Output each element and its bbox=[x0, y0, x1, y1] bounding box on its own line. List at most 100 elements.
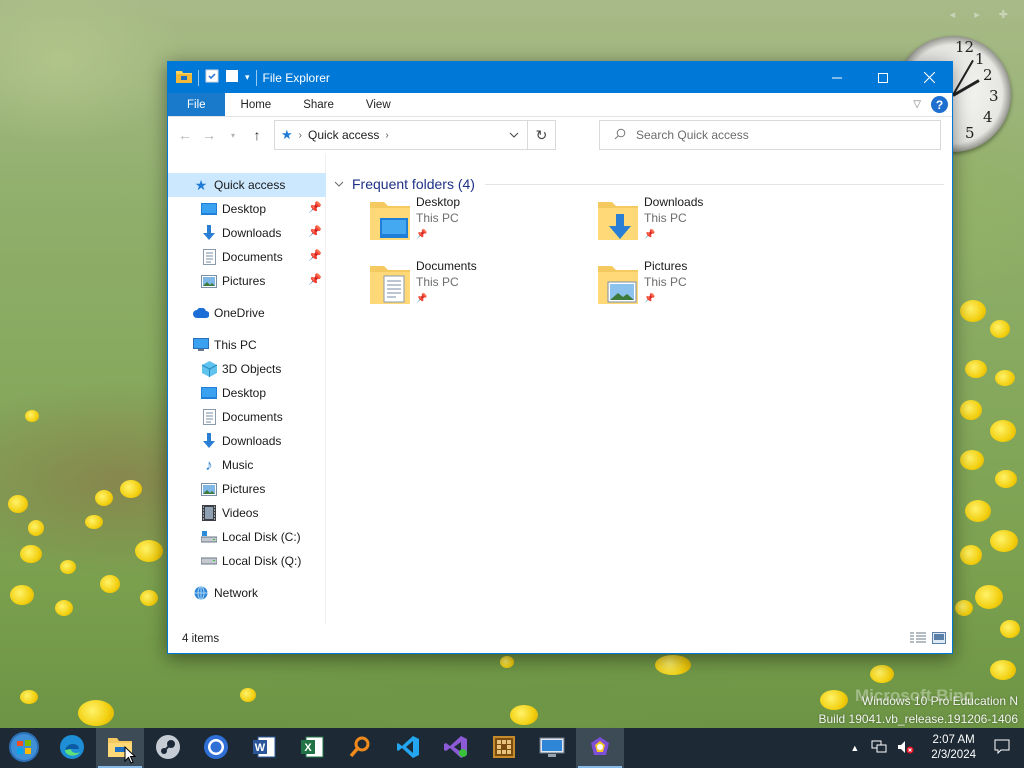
pictures-icon bbox=[201, 481, 217, 497]
breadcrumb-chevron-icon[interactable]: › bbox=[299, 130, 302, 141]
pin-icon: 📌 bbox=[644, 229, 656, 239]
taskbar-excel[interactable]: X bbox=[288, 728, 336, 768]
minimize-button[interactable] bbox=[814, 62, 860, 93]
nav-label: OneDrive bbox=[214, 306, 265, 320]
nav-onedrive[interactable]: OneDrive bbox=[168, 301, 326, 325]
breadcrumb-quick-access[interactable]: Quick access bbox=[308, 128, 379, 142]
nav-label: Desktop bbox=[222, 386, 267, 400]
folder-tile-desktop[interactable]: Desktop This PC 📌 bbox=[368, 194, 578, 254]
desktop-icon bbox=[201, 385, 217, 401]
downloads-folder-icon bbox=[596, 198, 642, 244]
taskbar-steam[interactable] bbox=[144, 728, 192, 768]
nav-local-disk-q[interactable]: Local Disk (Q:) bbox=[168, 549, 326, 573]
window-title: File Explorer bbox=[262, 70, 330, 85]
start-button[interactable] bbox=[0, 728, 48, 768]
toolbar-separator bbox=[255, 69, 257, 86]
desktop-folder-icon bbox=[368, 198, 414, 244]
action-center-icon[interactable] bbox=[986, 739, 1024, 757]
nav-videos[interactable]: Videos bbox=[168, 501, 326, 525]
taskbar-remote-desktop[interactable] bbox=[528, 728, 576, 768]
nav-music[interactable]: ♪ Music bbox=[168, 453, 326, 477]
taskbar-word[interactable]: W bbox=[240, 728, 288, 768]
tab-view[interactable]: View bbox=[350, 93, 407, 116]
svg-text:X: X bbox=[304, 742, 312, 754]
folder-tile-downloads[interactable]: Downloads This PC 📌 bbox=[596, 194, 806, 254]
show-hidden-icons-chevron-icon[interactable]: ▲ bbox=[842, 743, 867, 753]
expand-ribbon-icon[interactable]: ▽ bbox=[913, 99, 921, 110]
nav-documents[interactable]: Documents bbox=[168, 405, 326, 429]
nav-label: This PC bbox=[214, 338, 257, 352]
nav-label: Downloads bbox=[222, 434, 282, 448]
taskbar-chrome[interactable] bbox=[192, 728, 240, 768]
back-button[interactable]: ← bbox=[174, 123, 196, 147]
tab-share[interactable]: Share bbox=[287, 93, 350, 116]
properties-icon[interactable] bbox=[205, 69, 219, 86]
pin-icon[interactable]: 📌 bbox=[308, 273, 322, 286]
documents-icon bbox=[201, 409, 217, 425]
quick-access-star-icon: ★ bbox=[194, 176, 208, 193]
address-bar[interactable]: ★ › Quick access › ↻ bbox=[274, 120, 556, 150]
network-status-icon[interactable] bbox=[867, 740, 891, 757]
maximize-button[interactable] bbox=[860, 62, 906, 93]
refresh-button[interactable]: ↻ bbox=[527, 121, 555, 149]
pin-icon[interactable]: 📌 bbox=[308, 201, 322, 214]
details-view-icon[interactable] bbox=[910, 632, 926, 647]
nav-pinned-desktop[interactable]: Desktop 📌 bbox=[168, 197, 326, 221]
nav-pinned-pictures[interactable]: Pictures 📌 bbox=[168, 269, 326, 293]
taskbar-file-explorer[interactable] bbox=[96, 728, 144, 768]
folder-name: Pictures bbox=[644, 259, 688, 273]
search-box[interactable]: Search Quick access bbox=[599, 120, 941, 150]
nav-label: Music bbox=[222, 458, 254, 472]
up-button[interactable]: ↑ bbox=[246, 123, 268, 147]
downloads-icon bbox=[201, 433, 217, 449]
taskbar-visual-studio[interactable] bbox=[432, 728, 480, 768]
nav-desktop[interactable]: Desktop bbox=[168, 381, 326, 405]
nav-pinned-documents[interactable]: Documents 📌 bbox=[168, 245, 326, 269]
recent-locations-button[interactable]: ▾ bbox=[222, 123, 244, 147]
folder-name: Documents bbox=[416, 259, 477, 273]
large-icons-view-icon[interactable] bbox=[932, 632, 946, 647]
nav-pictures[interactable]: Pictures bbox=[168, 477, 326, 501]
collapse-chevron-icon[interactable] bbox=[334, 179, 348, 190]
customize-toolbar-icon[interactable]: ▾ bbox=[245, 72, 250, 83]
svg-text:W: W bbox=[255, 742, 266, 754]
pictures-icon bbox=[201, 273, 217, 289]
close-button[interactable] bbox=[906, 62, 952, 93]
pin-icon[interactable]: 📌 bbox=[308, 225, 322, 238]
taskbar-clock[interactable]: 2:07 AM 2/3/2024 bbox=[921, 733, 986, 763]
help-icon[interactable]: ? bbox=[931, 96, 948, 113]
volume-muted-icon[interactable] bbox=[891, 740, 921, 757]
forward-button[interactable]: → bbox=[198, 123, 220, 147]
folder-tile-documents[interactable]: Documents This PC 📌 bbox=[368, 258, 578, 318]
status-bar: 4 items bbox=[168, 625, 952, 653]
documents-icon bbox=[201, 249, 217, 265]
gadget-nav-arrows[interactable]: ◂ ▸ ✚ bbox=[950, 8, 1016, 21]
nav-network[interactable]: Network bbox=[168, 581, 326, 605]
search-tool-icon bbox=[348, 735, 372, 762]
nav-downloads[interactable]: Downloads bbox=[168, 429, 326, 453]
nav-local-disk-c[interactable]: Local Disk (C:) bbox=[168, 525, 326, 549]
taskbar-paint[interactable] bbox=[576, 728, 624, 768]
new-folder-icon[interactable] bbox=[225, 69, 239, 86]
address-dropdown-button[interactable] bbox=[503, 121, 525, 149]
frequent-folders-header[interactable]: Frequent folders (4) bbox=[334, 174, 944, 194]
remote-desktop-icon bbox=[539, 736, 565, 761]
tab-home[interactable]: Home bbox=[225, 93, 288, 116]
pin-icon[interactable]: 📌 bbox=[308, 249, 322, 262]
tab-file[interactable]: File bbox=[168, 93, 225, 116]
taskbar-app-grid[interactable] bbox=[480, 728, 528, 768]
title-bar[interactable]: ▾ File Explorer bbox=[168, 62, 952, 93]
videos-icon bbox=[201, 505, 217, 521]
nav-label: Documents bbox=[222, 410, 283, 424]
music-icon: ♪ bbox=[205, 456, 213, 474]
nav-quick-access[interactable]: ★ Quick access bbox=[168, 173, 326, 197]
nav-3d-objects[interactable]: 3D Objects bbox=[168, 357, 326, 381]
nav-pinned-downloads[interactable]: Downloads 📌 bbox=[168, 221, 326, 245]
taskbar: W X ▲ 2:07 AM 2/3/2024 bbox=[0, 728, 1024, 768]
taskbar-search-tool[interactable] bbox=[336, 728, 384, 768]
breadcrumb-chevron-icon[interactable]: › bbox=[385, 130, 388, 141]
taskbar-vscode[interactable] bbox=[384, 728, 432, 768]
nav-this-pc[interactable]: This PC bbox=[168, 333, 326, 357]
folder-tile-pictures[interactable]: Pictures This PC 📌 bbox=[596, 258, 806, 318]
taskbar-edge[interactable] bbox=[48, 728, 96, 768]
